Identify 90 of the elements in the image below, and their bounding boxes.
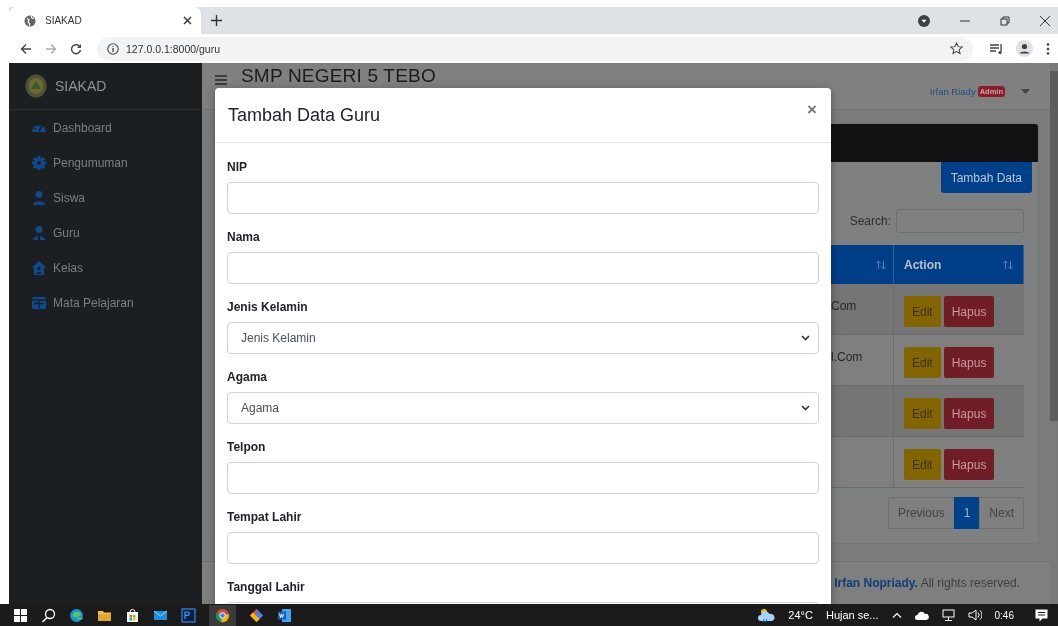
modal-title: Tambah Data Guru [228, 104, 381, 126]
chrome-icon[interactable] [209, 604, 236, 626]
nav-item[interactable]: Guru [9, 215, 202, 250]
globe-icon [24, 14, 36, 27]
info-icon[interactable] [107, 42, 119, 55]
speaker-icon[interactable] [967, 609, 982, 621]
grid-icon [31, 294, 47, 311]
nav-item[interactable]: Dashboard [9, 110, 202, 145]
field-label: Nama [227, 229, 261, 246]
caret-icon[interactable] [1021, 89, 1030, 94]
input-field[interactable] [227, 532, 819, 564]
page-button[interactable]: Previous [887, 497, 955, 529]
page-button[interactable]: Next [979, 497, 1024, 529]
word-doc-icon[interactable] [277, 607, 292, 623]
field-label: Telpon [227, 439, 267, 456]
scrollbar-thumb[interactable] [1050, 71, 1058, 421]
edit-button[interactable]: Edit [904, 347, 941, 378]
diamond-app-icon[interactable] [249, 607, 264, 623]
field-label: Tanggal Lahir [227, 579, 306, 596]
close-icon[interactable] [183, 16, 192, 25]
temperature-text[interactable]: 24°C [788, 609, 813, 621]
close-icon[interactable] [1040, 15, 1050, 26]
edit-button[interactable]: Edit [904, 296, 941, 327]
profile-avatar-icon[interactable] [1016, 40, 1033, 57]
person-icon [31, 189, 47, 206]
sort-icon[interactable] [876, 260, 886, 269]
browser-icon[interactable] [69, 607, 84, 623]
reading-list-icon[interactable] [990, 42, 1003, 55]
address-field[interactable]: 127.0.0.1:8000/guru [97, 36, 973, 61]
menu-dots-icon[interactable] [1046, 42, 1050, 55]
footer-text: Irfan Nopriady. All rights reserved. [834, 576, 1020, 590]
dropdown-icon[interactable] [918, 14, 930, 27]
field-label: NIP [227, 159, 248, 176]
chevron-down-icon [801, 405, 810, 411]
clock-text[interactable]: 0:46 [994, 609, 1014, 621]
edit-button[interactable]: Edit [904, 449, 941, 480]
reload-icon[interactable] [70, 42, 82, 55]
close-button[interactable]: × [803, 100, 821, 120]
windows-logo-icon[interactable] [13, 607, 28, 623]
house-icon [31, 259, 47, 276]
logo-emblem-icon [25, 74, 47, 98]
field-label: Tempat Lahir [227, 509, 303, 526]
delete-button[interactable]: Hapus [943, 347, 995, 378]
nav-item[interactable]: Siswa [9, 180, 202, 215]
delete-button[interactable]: Hapus [943, 449, 995, 480]
gear-icon [31, 154, 47, 171]
tab-title: SIAKAD [45, 15, 83, 26]
select-field[interactable]: Jenis Kelamin [227, 322, 819, 354]
brand-name: SIAKAD [55, 78, 107, 94]
search-label: Search: [849, 214, 891, 228]
plus-icon[interactable] [211, 15, 222, 26]
network-icon[interactable] [941, 609, 955, 621]
nav-item[interactable]: Kelas [9, 250, 202, 285]
nav-item[interactable]: Mata Pelajaran [9, 285, 202, 320]
url-text: 127.0.0.1:8000/guru [126, 42, 220, 55]
select-field[interactable]: Agama [227, 392, 819, 424]
ps-app-icon[interactable] [181, 607, 196, 623]
sort-icon[interactable] [1003, 260, 1013, 269]
search-icon[interactable] [41, 607, 56, 623]
table-header-cell[interactable]: Action [894, 245, 1024, 284]
forward-arrow-icon [45, 42, 57, 55]
input-field[interactable] [227, 182, 819, 214]
restore-icon[interactable] [1000, 15, 1010, 26]
scrollbar[interactable] [1050, 63, 1058, 604]
input-field[interactable] [227, 462, 819, 494]
cloud-icon[interactable] [914, 610, 929, 620]
delete-button[interactable]: Hapus [943, 398, 995, 429]
cloud-rain-icon[interactable] [758, 607, 776, 623]
input-field[interactable] [227, 252, 819, 284]
table-cell: Com [831, 299, 857, 313]
shopping-bag-icon[interactable] [125, 607, 140, 623]
delete-button[interactable]: Hapus [943, 296, 995, 327]
star-icon[interactable] [950, 42, 963, 55]
notification-icon[interactable] [1035, 608, 1048, 622]
table-header-cell[interactable] [831, 245, 894, 284]
menu-icon[interactable] [215, 75, 227, 85]
author-link[interactable]: Irfan Nopriady. [834, 576, 918, 590]
table-cell: l.Com [831, 350, 863, 364]
back-arrow-icon[interactable] [20, 42, 32, 55]
chevron-up-icon[interactable] [891, 612, 902, 618]
add-data-button[interactable]: Tambah Data [940, 162, 1032, 193]
browser-tab[interactable]: SIAKAD [9, 7, 201, 34]
nav-item[interactable]: Pengumuman [9, 145, 202, 180]
field-label: Agama [227, 369, 268, 386]
chevron-down-icon [801, 335, 810, 341]
edit-button[interactable]: Edit [904, 398, 941, 429]
person-icon [31, 224, 47, 241]
site-title: SMP NEGERI 5 TEBO [241, 65, 436, 86]
weather-text[interactable]: Hujan se... [825, 609, 879, 621]
field-label: Jenis Kelamin [227, 299, 309, 316]
